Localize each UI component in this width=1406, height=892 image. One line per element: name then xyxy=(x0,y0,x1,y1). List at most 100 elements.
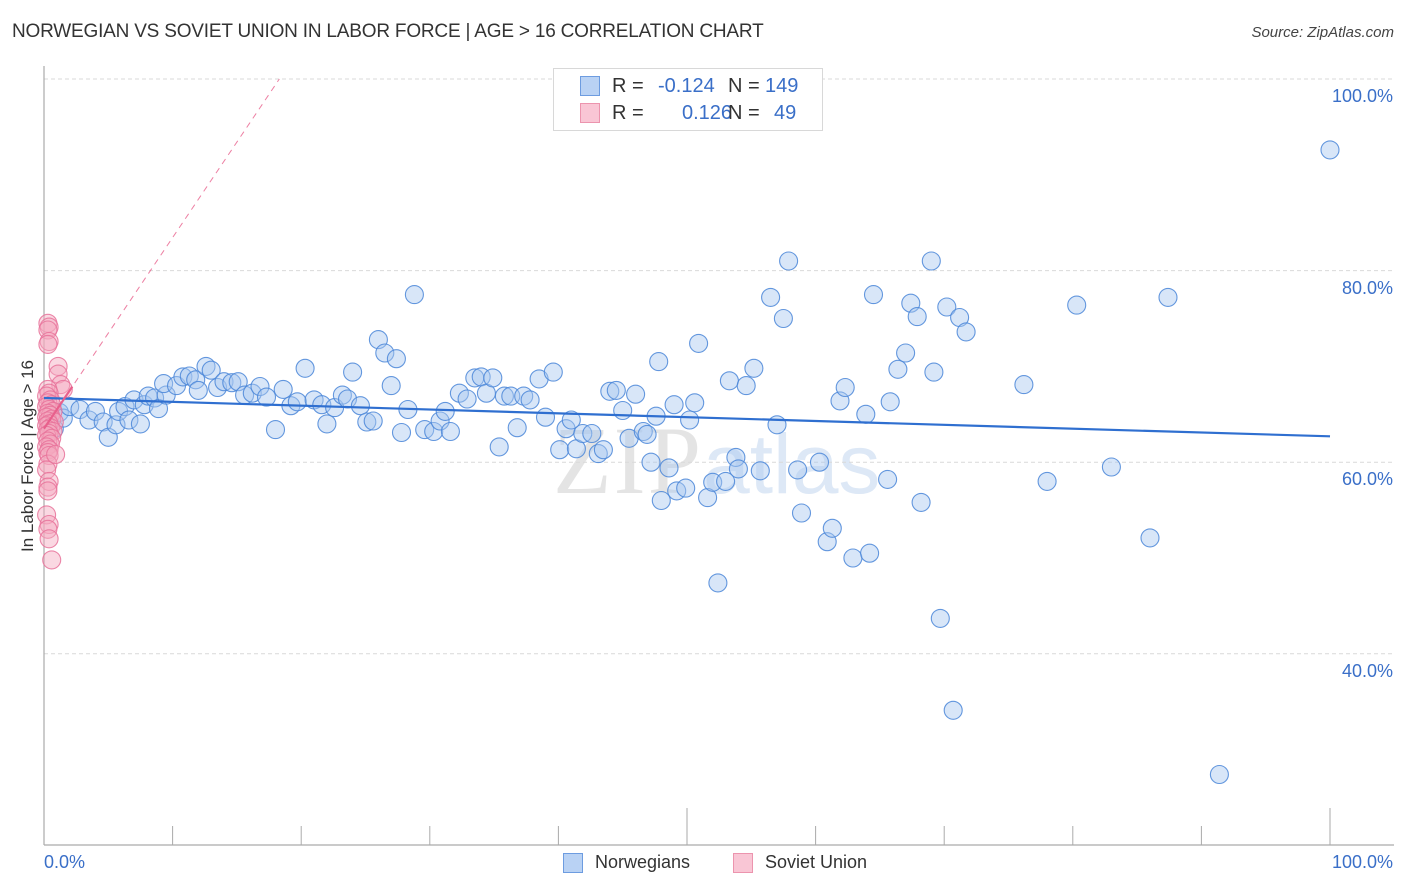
axes xyxy=(43,66,1394,846)
data-point xyxy=(708,573,728,593)
data-point xyxy=(788,460,808,480)
gridlines xyxy=(44,78,1394,655)
data-point xyxy=(188,380,208,400)
swatch-norwegians xyxy=(580,76,600,96)
series-soviet-union xyxy=(37,313,73,570)
data-point xyxy=(343,362,363,382)
data-point xyxy=(843,548,863,568)
data-point xyxy=(489,437,509,457)
data-point xyxy=(1014,375,1034,395)
data-point xyxy=(38,334,58,354)
data-point xyxy=(317,414,337,434)
data-point xyxy=(641,452,661,472)
data-point xyxy=(888,359,908,379)
data-point xyxy=(649,352,669,372)
data-point xyxy=(550,440,570,460)
data-point xyxy=(809,452,830,472)
data-point xyxy=(435,401,455,421)
data-point xyxy=(835,377,855,398)
n-value: 49 xyxy=(774,102,797,124)
data-point xyxy=(363,411,383,431)
data-point xyxy=(606,380,626,400)
data-point xyxy=(1320,140,1340,160)
data-point xyxy=(273,379,293,399)
data-point xyxy=(767,415,787,435)
data-point xyxy=(46,444,66,465)
data-point xyxy=(685,393,705,413)
data-point xyxy=(637,424,657,444)
data-point xyxy=(626,384,646,404)
data-point xyxy=(924,362,944,382)
x-tick-label: 0.0% xyxy=(44,852,86,872)
swatch-norwegians xyxy=(563,853,583,873)
y-tick-label: 80.0% xyxy=(1341,277,1393,298)
r-label: R = xyxy=(612,75,644,97)
data-point xyxy=(680,410,700,430)
data-point xyxy=(593,440,613,460)
data-point xyxy=(907,307,927,327)
data-point xyxy=(582,423,602,444)
data-point xyxy=(736,376,756,396)
y-tick-label: 40.0% xyxy=(1341,660,1393,681)
data-point xyxy=(750,461,770,481)
r-label: R = xyxy=(612,102,644,124)
data-point xyxy=(860,543,880,563)
scatter-plot xyxy=(37,66,1394,846)
data-point xyxy=(791,503,812,523)
data-point xyxy=(689,333,709,353)
data-point xyxy=(381,376,401,396)
x-tick-label: 100.0% xyxy=(1331,852,1393,872)
swatch-soviet-union xyxy=(580,103,600,123)
correlation-legend: R = -0.124 N = 149 R = 0.126 N = 49 xyxy=(553,68,823,131)
data-point xyxy=(265,420,286,440)
data-point xyxy=(911,492,931,512)
n-value: 149 xyxy=(765,75,799,97)
data-point xyxy=(779,251,799,271)
n-label: N = xyxy=(728,75,760,97)
data-point xyxy=(761,287,781,307)
r-value: -0.124 xyxy=(658,75,715,97)
data-point xyxy=(1140,528,1160,548)
data-point xyxy=(744,358,764,378)
n-label: N = xyxy=(728,102,760,124)
data-point xyxy=(613,400,633,421)
data-point xyxy=(386,349,406,369)
data-point xyxy=(42,550,62,570)
data-point xyxy=(287,392,307,412)
data-point xyxy=(391,422,412,443)
data-point xyxy=(520,390,540,410)
data-point xyxy=(719,371,739,391)
data-point xyxy=(1209,764,1229,785)
data-point xyxy=(130,414,150,434)
data-point xyxy=(440,421,460,442)
data-point xyxy=(773,308,793,329)
data-point xyxy=(404,285,424,305)
data-point xyxy=(659,458,679,478)
data-point xyxy=(921,251,941,271)
data-point xyxy=(896,343,916,363)
data-point xyxy=(457,389,477,409)
data-point xyxy=(956,322,976,342)
data-point xyxy=(1037,471,1057,491)
y-tick-label: 100.0% xyxy=(1331,86,1393,106)
data-point xyxy=(535,407,556,427)
data-point xyxy=(822,518,842,538)
data-point xyxy=(856,404,876,424)
data-point xyxy=(1067,295,1087,315)
data-point xyxy=(880,392,900,412)
data-point xyxy=(930,608,950,628)
data-point xyxy=(1158,287,1178,307)
data-point xyxy=(507,418,527,438)
data-point xyxy=(676,478,696,498)
data-point xyxy=(728,459,748,479)
data-point xyxy=(483,368,503,388)
data-point xyxy=(1101,457,1121,477)
swatch-soviet-union xyxy=(733,853,753,873)
data-point xyxy=(39,529,59,549)
legend-label: Norwegians xyxy=(595,852,691,872)
legend-label: Soviet Union xyxy=(765,852,868,872)
data-point xyxy=(543,362,563,382)
data-point xyxy=(664,395,684,415)
data-point xyxy=(943,700,963,720)
data-point xyxy=(651,490,671,511)
